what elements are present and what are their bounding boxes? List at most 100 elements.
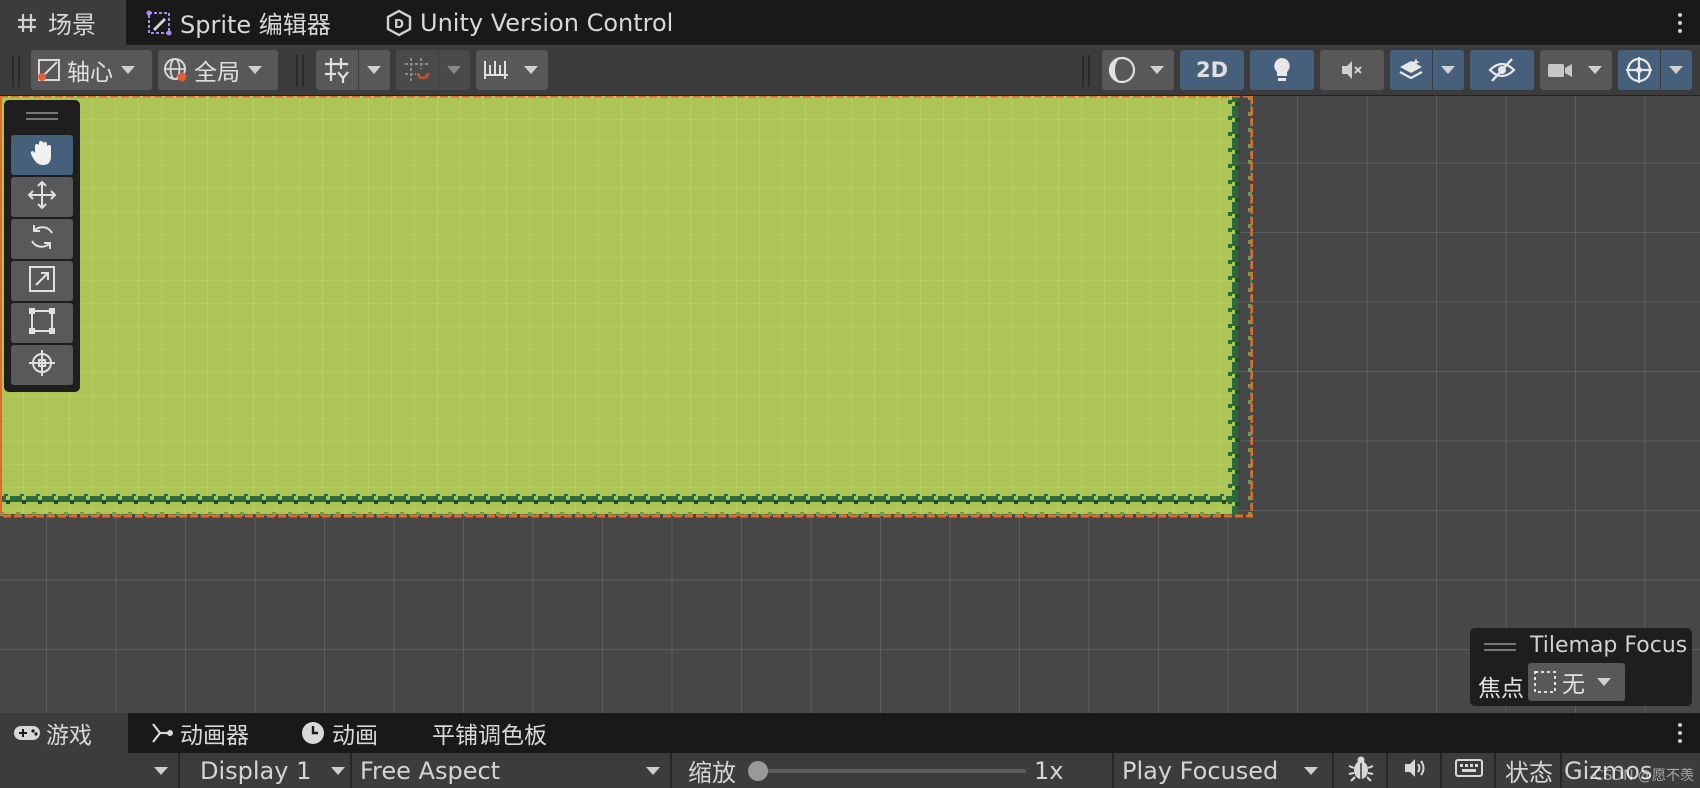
rect-tool-button[interactable] (11, 303, 73, 343)
hand-icon (27, 138, 57, 172)
separator (438, 50, 439, 90)
tab-game[interactable]: 游戏 (0, 713, 128, 753)
chevron-down-icon (121, 66, 135, 74)
tab-animation-label: 动画 (332, 723, 378, 749)
play-mode-label: Play Focused (1122, 756, 1279, 785)
audio-toggle[interactable] (1320, 50, 1384, 90)
move-icon (26, 179, 58, 215)
scale-tool-button[interactable] (11, 261, 73, 301)
focus-dropdown[interactable]: 无 (1528, 663, 1625, 701)
game-tab-bar: 游戏 动画器 动画 平铺调色板 (0, 713, 1700, 753)
tilemap-focus-title: Tilemap Focus (1530, 633, 1688, 658)
gizmo-orbit-icon (1618, 50, 1660, 90)
transform-tool-button[interactable] (11, 345, 73, 385)
shading-sphere-icon (1102, 50, 1142, 90)
play-mode-dropdown[interactable]: Play Focused (1116, 753, 1334, 788)
stats-label: 状态 (1505, 759, 1553, 787)
more-options-icon[interactable] (1670, 718, 1690, 748)
gizmos-toggle[interactable] (1618, 50, 1692, 90)
stats-toggle[interactable]: 状态 (1498, 753, 1562, 788)
scale-label: 缩放 (688, 759, 736, 787)
globe-icon (158, 50, 194, 90)
pivot-icon (31, 50, 67, 90)
tab-version-control-label: Unity Version Control (420, 8, 674, 37)
aspect-label: Free Aspect (360, 756, 501, 785)
global-toggle[interactable]: 全局 (158, 50, 278, 90)
watermark-text: CSDN @愿不羡 (1593, 768, 1694, 784)
tab-version-control[interactable]: D Unity Version Control (372, 0, 685, 45)
chevron-down-icon (1441, 66, 1455, 74)
scale-slider-knob[interactable] (748, 761, 768, 781)
move-tool-button[interactable] (11, 177, 73, 217)
rotate-icon (26, 221, 58, 257)
game-view-dropdown[interactable] (0, 753, 180, 788)
frame-debugger-button[interactable] (1336, 753, 1388, 788)
grid-snap-icon (316, 50, 358, 90)
scene-visibility-toggle[interactable] (1470, 50, 1534, 90)
toolbar-grip (1082, 55, 1090, 87)
tab-game-label: 游戏 (46, 723, 92, 749)
scene-toolbar: 轴心 全局 2D (0, 45, 1700, 96)
toolbar-grip (296, 55, 304, 87)
scale-slider-track[interactable] (754, 769, 1026, 773)
focus-value: 无 (1562, 672, 1585, 698)
sprite-editor-icon (144, 8, 174, 38)
focus-label: 焦点 (1478, 676, 1524, 702)
lightbulb-icon (1268, 55, 1296, 85)
drag-handle[interactable] (26, 112, 58, 120)
chevron-down-icon (447, 66, 461, 74)
scene-viewport[interactable] (0, 96, 1700, 713)
chevron-down-icon (1150, 66, 1164, 74)
aspect-dropdown[interactable]: Free Aspect (354, 753, 672, 788)
scale-icon (26, 263, 58, 299)
scene-tab-bar: 场景 Sprite 编辑器 D Unity Version Control (0, 0, 1700, 45)
increment-snap-button[interactable] (396, 50, 470, 90)
tab-sprite-editor[interactable]: Sprite 编辑器 (132, 0, 343, 45)
effects-toggle[interactable] (1390, 50, 1464, 90)
animator-icon (146, 718, 176, 748)
pivot-toggle[interactable]: 轴心 (31, 50, 152, 90)
chevron-down-icon (1304, 767, 1318, 775)
chevron-down-icon (646, 767, 660, 775)
camera-settings-button[interactable] (1540, 50, 1612, 90)
more-options-icon[interactable] (1670, 8, 1690, 38)
rotate-tool-button[interactable] (11, 219, 73, 259)
tab-tile-palette[interactable]: 平铺调色板 (420, 713, 559, 753)
clock-icon (298, 718, 328, 748)
speaker-muted-icon (1338, 56, 1366, 84)
lighting-toggle[interactable] (1250, 50, 1314, 90)
drag-handle[interactable] (1484, 643, 1516, 651)
tab-tile-palette-label: 平铺调色板 (432, 723, 547, 749)
chevron-down-icon (524, 66, 538, 74)
chevron-down-icon (154, 766, 168, 775)
speaker-icon (1401, 755, 1429, 787)
2d-mode-toggle[interactable]: 2D (1180, 50, 1244, 90)
chevron-down-icon (1669, 66, 1683, 74)
keyboard-shortcuts-button[interactable] (1444, 753, 1496, 788)
tab-scene[interactable]: 场景 (0, 0, 126, 45)
gamepad-icon (12, 718, 42, 748)
bug-icon (1347, 754, 1375, 788)
effects-layers-icon (1390, 50, 1432, 90)
scale-value: 1x (1034, 756, 1064, 785)
eye-hidden-icon (1487, 56, 1517, 84)
tab-sprite-editor-label: Sprite 编辑器 (180, 11, 331, 39)
tilemap-grass-area[interactable] (0, 96, 1253, 528)
shading-mode-button[interactable] (1102, 50, 1174, 90)
ruler-button[interactable] (476, 50, 548, 90)
grid-snap-button[interactable] (316, 50, 390, 90)
tab-scene-label: 场景 (48, 11, 96, 39)
mute-audio-button[interactable] (1390, 753, 1442, 788)
display-dropdown[interactable]: Display 1 (182, 753, 352, 788)
hand-tool-button[interactable] (11, 135, 73, 175)
display-label: Display 1 (200, 756, 312, 785)
tab-animator-label: 动画器 (180, 723, 249, 749)
separator (1432, 50, 1433, 90)
camera-icon (1540, 50, 1580, 90)
chevron-down-icon (331, 766, 346, 775)
tab-animation[interactable]: 动画 (286, 713, 390, 753)
tab-animator[interactable]: 动画器 (134, 713, 261, 753)
chevron-down-icon (1597, 678, 1611, 686)
separator (358, 50, 359, 90)
chevron-down-icon (248, 66, 262, 74)
